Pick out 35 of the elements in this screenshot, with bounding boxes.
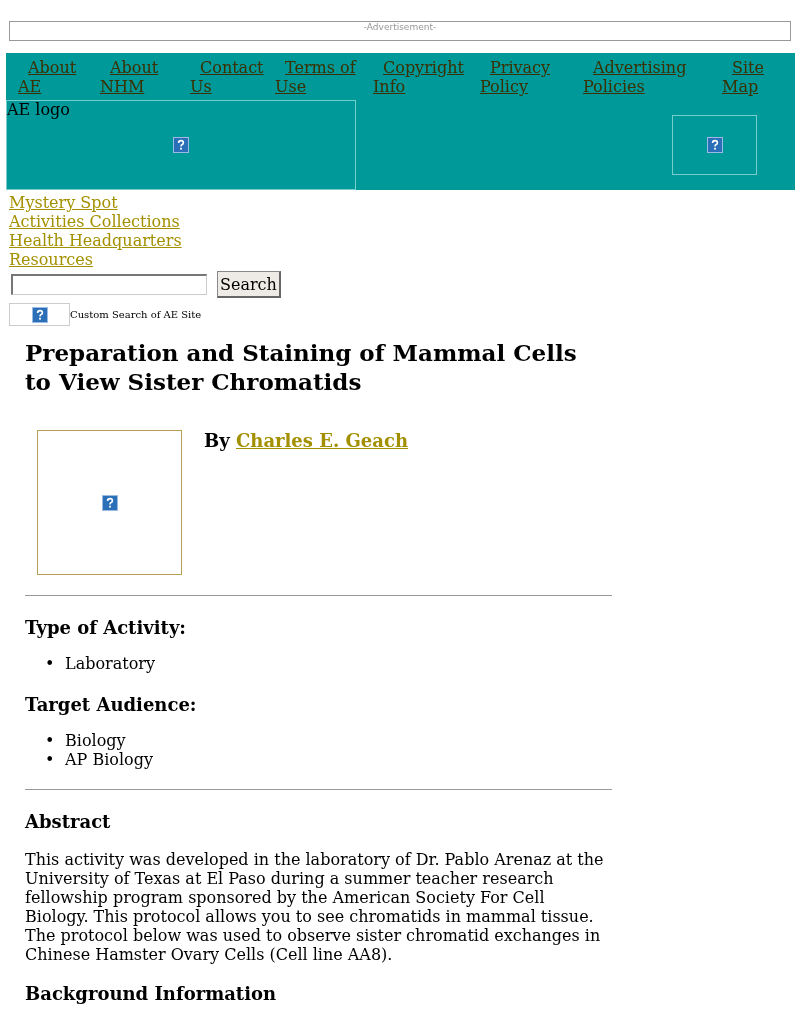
logo-alt-text: AE logo (7, 101, 70, 119)
broken-image-icon (706, 137, 723, 153)
section-heading: Target Audience: (25, 693, 198, 717)
side-link[interactable]: Mystery Spot (9, 193, 118, 212)
broken-image-icon (173, 137, 189, 153)
by-label: By (204, 430, 230, 451)
section-heading: Type of Activity: (25, 616, 187, 640)
nav-link[interactable]: About NHM (100, 58, 178, 96)
search-field[interactable] (11, 274, 207, 295)
advertisement-label: -Advertisement- (9, 21, 791, 41)
bullet: • (45, 750, 56, 769)
section-heading: Abstract (25, 810, 112, 834)
nav-link[interactable]: About AE (18, 58, 88, 96)
side-link[interactable]: Resources (9, 250, 93, 269)
search-button[interactable]: Search (217, 271, 281, 298)
section-heading: Background Information (25, 982, 278, 1006)
bullet: • (45, 654, 56, 673)
list-item: Laboratory (65, 654, 155, 673)
broken-image-icon (101, 494, 118, 511)
nav-link[interactable]: Copyright Info (373, 58, 468, 96)
nav-link[interactable]: Contact Us (190, 58, 264, 96)
broken-image-icon (31, 306, 48, 323)
article-title: Preparation and Staining of Mammal Cells to View Sister Chromatids (25, 338, 578, 396)
abstract-paragraph: This activity was developed in the laboratory of Dr. Pablo Arenaz at the University of Texas at El Paso during a summer teacher research fellowship program sponsored by the American Society For Cell Biology. This protocol allows you to see chromatids in mammal tissue. The protocol below was used to observe sister chromatid exchanges in Chinese Hamster Ovary Cells (Cell line AA8). (25, 850, 605, 964)
nav-link[interactable]: Advertising Policies (583, 58, 710, 96)
author-link[interactable]: Charles E. Geach (235, 430, 408, 451)
search-caption: Custom Search of AE Site (70, 309, 202, 320)
list-item: AP Biology (65, 750, 153, 769)
nav-link[interactable]: Site Map (722, 58, 780, 96)
list-item: Biology (65, 731, 126, 750)
nav-link[interactable]: Terms of Use (275, 58, 361, 96)
side-link[interactable]: Health Headquarters (9, 231, 182, 250)
nav-link[interactable]: Privacy Policy (480, 58, 571, 96)
bullet: • (45, 731, 56, 750)
side-link[interactable]: Activities Collections (9, 212, 180, 231)
